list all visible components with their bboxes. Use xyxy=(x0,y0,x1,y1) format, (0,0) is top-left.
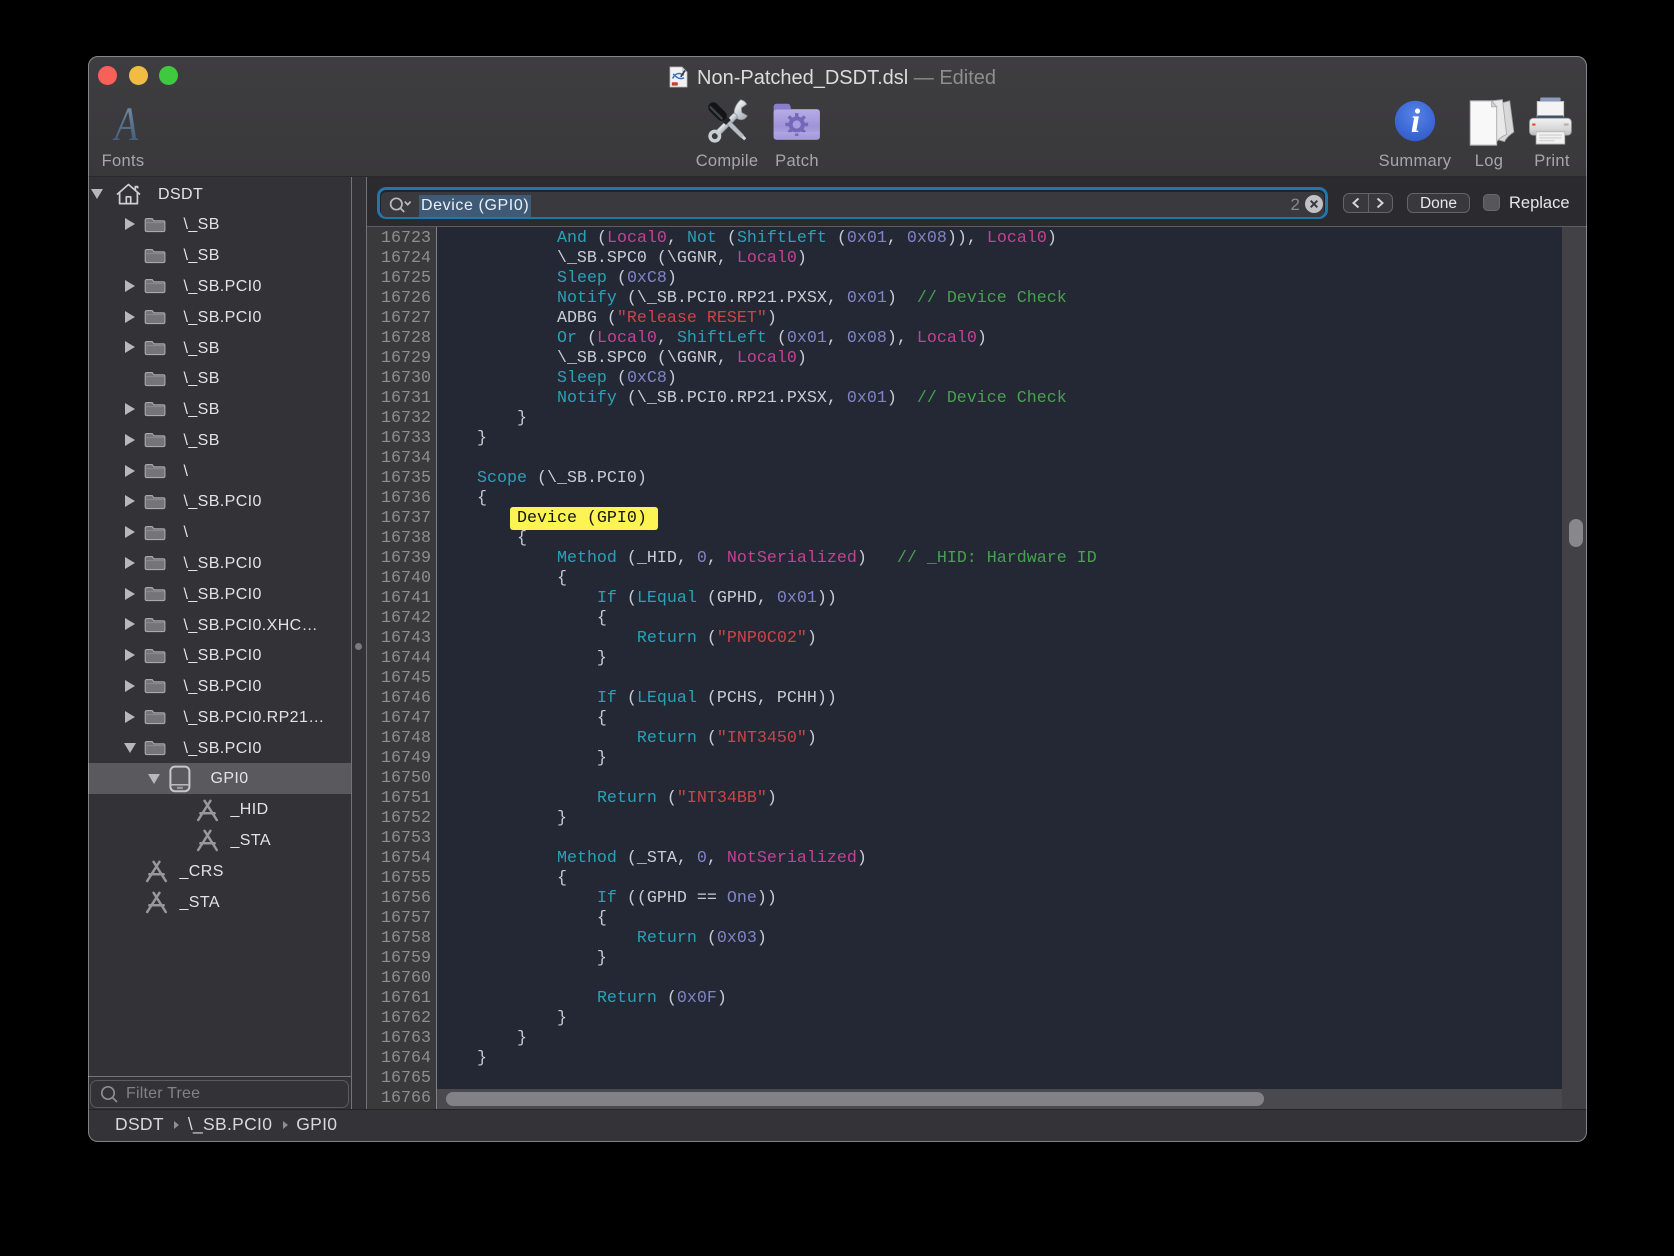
svg-text:i: i xyxy=(1411,103,1421,140)
svg-text:A: A xyxy=(112,102,139,150)
